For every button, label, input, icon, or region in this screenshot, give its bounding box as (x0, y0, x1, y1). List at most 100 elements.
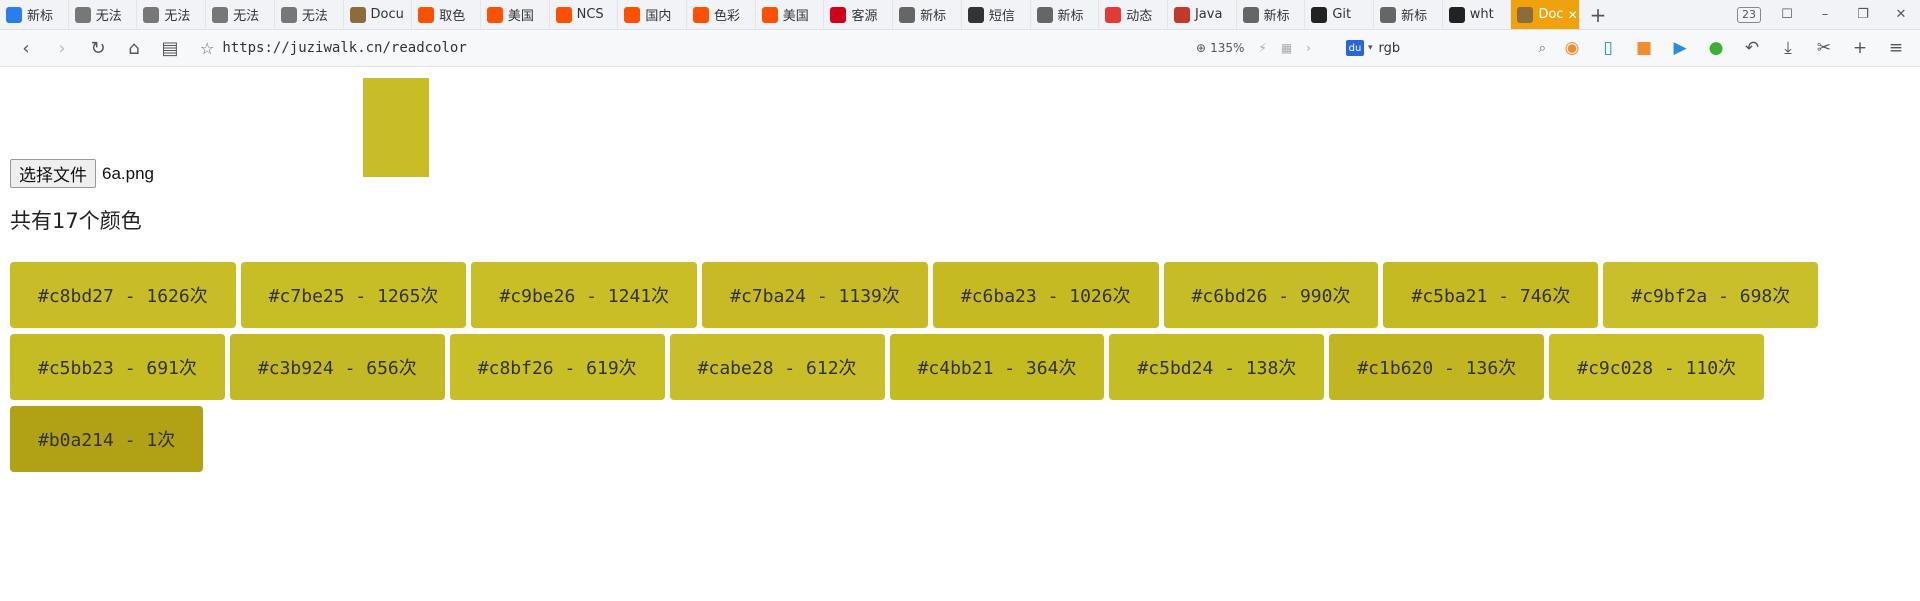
file-name: 6a.png (102, 163, 154, 183)
grid-icon (1036, 6, 1053, 23)
tab-2[interactable]: 无法 (137, 0, 207, 29)
minimize-icon[interactable]: – (1806, 7, 1844, 22)
color-chip[interactable]: #c5bd24 - 138次 (1109, 334, 1325, 400)
color-chip[interactable]: #c9be26 - 1241次 (471, 262, 698, 328)
tab-22[interactable]: Doc ✕ (1511, 0, 1580, 29)
color-chip[interactable]: #c5ba21 - 746次 (1383, 262, 1599, 328)
tab-21[interactable]: wht (1443, 0, 1512, 29)
scissors-icon[interactable]: ✂ (1806, 38, 1842, 58)
jb-logo-icon (1173, 6, 1190, 23)
address-field[interactable]: ☆ https://juziwalk.cn/readcolor (200, 30, 467, 66)
tab-19[interactable]: Git (1305, 0, 1375, 29)
new-tab-button[interactable]: + (1580, 0, 1616, 29)
color-list: #c8bd27 - 1626次 #c7be25 - 1265次 #c9be26 - … (10, 262, 1910, 478)
reader-icon[interactable]: ▤ (152, 30, 188, 66)
taobao-icon (418, 6, 435, 23)
tab-13[interactable]: 新标 (893, 0, 962, 29)
game-icon[interactable]: ◉ (1554, 38, 1590, 58)
wechat-icon[interactable]: ● (1698, 38, 1734, 58)
tab-label: 新标 (1401, 9, 1428, 24)
choose-file-button[interactable]: 选择文件 (10, 159, 96, 188)
phone-icon[interactable]: ▯ (1590, 38, 1626, 58)
reload-icon[interactable]: ↻ (80, 30, 116, 66)
tab-12[interactable]: 客源 (824, 0, 894, 29)
video-icon[interactable]: ■ (1626, 38, 1662, 58)
lightning-icon[interactable]: ⚡ (1258, 41, 1266, 55)
color-chip[interactable]: #c8bf26 - 619次 (449, 334, 665, 400)
forward-icon[interactable]: › (44, 30, 80, 66)
window-controls: 23 ☐ – ❐ ✕ (1730, 0, 1920, 29)
tab-label: 美国 (507, 9, 534, 24)
color-chip[interactable]: #c6ba23 - 1026次 (932, 262, 1159, 328)
tab-20[interactable]: 新标 (1374, 0, 1443, 29)
image-preview (363, 78, 429, 177)
zoom-level: 135% (1210, 41, 1245, 55)
tab-9[interactable]: 国内 (618, 0, 688, 29)
tab-5[interactable]: Docu (344, 0, 413, 29)
shirt-icon[interactable]: ☐ (1768, 7, 1806, 22)
search-icon[interactable]: ⌕ (1539, 41, 1546, 56)
tab-label: 短信 (988, 9, 1015, 24)
back-icon[interactable]: ‹ (8, 30, 44, 66)
tab-label: Git (1332, 7, 1352, 22)
tab-0[interactable]: 新标 (0, 0, 69, 29)
close-tab-icon[interactable]: ✕ (1568, 8, 1578, 22)
color-chip[interactable]: #c9bf2a - 698次 (1603, 262, 1819, 328)
color-count: 共有17个颜色 (10, 209, 142, 233)
home-icon[interactable]: ⌂ (116, 30, 152, 66)
tab-label: 无法 (95, 9, 122, 24)
toolbar-extensions: ◉ ▯ ■ ▶ ● ↶ ⤓ ✂ + ≡ (1554, 30, 1914, 66)
color-chip[interactable]: #c5bb23 - 691次 (10, 334, 225, 400)
page-content: 选择文件 6a.png 共有17个颜色 #c8bd27 - 1626次 #c7be… (0, 67, 1920, 601)
tab-label: 新标 (27, 9, 54, 24)
star-icon[interactable]: ☆ (200, 39, 214, 58)
search-engine-icon[interactable]: du (1346, 40, 1364, 56)
t-logo-icon (830, 6, 847, 23)
close-window-icon[interactable]: ✕ (1882, 7, 1920, 22)
tab-label: wht (1469, 7, 1494, 22)
color-chip[interactable]: #c4bb21 - 364次 (889, 334, 1105, 400)
tab-14[interactable]: 短信 (962, 0, 1031, 29)
undo-icon[interactable]: ↶ (1734, 38, 1770, 58)
search-box[interactable]: du ▾ rgb ⌕ (1346, 30, 1546, 66)
tab-4[interactable]: 无法 (275, 0, 344, 29)
taobao-icon (555, 6, 572, 23)
color-chip[interactable]: #cabe28 - 612次 (669, 334, 885, 400)
github-icon (1448, 6, 1465, 23)
file-input: 选择文件 6a.png (10, 159, 154, 188)
tab-1[interactable]: 无法 (69, 0, 138, 29)
qr-icon[interactable]: ▦ (1281, 41, 1292, 55)
tab-3[interactable]: 无法 (206, 0, 275, 29)
search-text: rgb (1378, 40, 1401, 56)
color-chip[interactable]: #c1b620 - 136次 (1329, 334, 1545, 400)
color-chip[interactable]: #c7be25 - 1265次 (240, 262, 467, 328)
chevron-right-icon[interactable]: › (1306, 41, 1311, 55)
menu-icon[interactable]: ≡ (1878, 38, 1914, 58)
color-chip[interactable]: #b0a214 - 1次 (10, 406, 204, 472)
tab-16[interactable]: 动态 (1099, 0, 1168, 29)
color-chip[interactable]: #c6bd26 - 990次 (1163, 262, 1379, 328)
color-chip[interactable]: #c9c028 - 110次 (1549, 334, 1765, 400)
tab-18[interactable]: 新标 (1237, 0, 1306, 29)
tab-8[interactable]: NCS (550, 0, 619, 29)
tab-10[interactable]: 色彩 (687, 0, 756, 29)
tab-7[interactable]: 美国 (481, 0, 550, 29)
restore-icon[interactable]: ❐ (1844, 7, 1882, 22)
play-icon[interactable]: ▶ (1662, 38, 1698, 58)
search-engine-chevron-icon[interactable]: ▾ (1368, 43, 1373, 53)
color-chip[interactable]: #c3b924 - 656次 (229, 334, 445, 400)
link-icon (967, 6, 984, 23)
tab-label: Docu (370, 7, 404, 22)
color-chip[interactable]: #c7ba24 - 1139次 (702, 262, 928, 328)
tab-6[interactable]: 取色 (412, 0, 481, 29)
tab-15[interactable]: 新标 (1031, 0, 1100, 29)
tab-17[interactable]: Java (1168, 0, 1237, 29)
tab-label: 新标 (920, 9, 947, 24)
zoom-control[interactable]: ⊕ 135% ⚡ ▦ › (1196, 30, 1311, 66)
tab-11[interactable]: 美国 (756, 0, 825, 29)
add-icon[interactable]: + (1842, 38, 1878, 58)
tab-count-button[interactable]: 23 (1730, 6, 1768, 23)
color-chip[interactable]: #c8bd27 - 1626次 (10, 262, 236, 328)
download-icon[interactable]: ⤓ (1770, 38, 1806, 58)
zoom-icon: ⊕ (1196, 41, 1207, 55)
